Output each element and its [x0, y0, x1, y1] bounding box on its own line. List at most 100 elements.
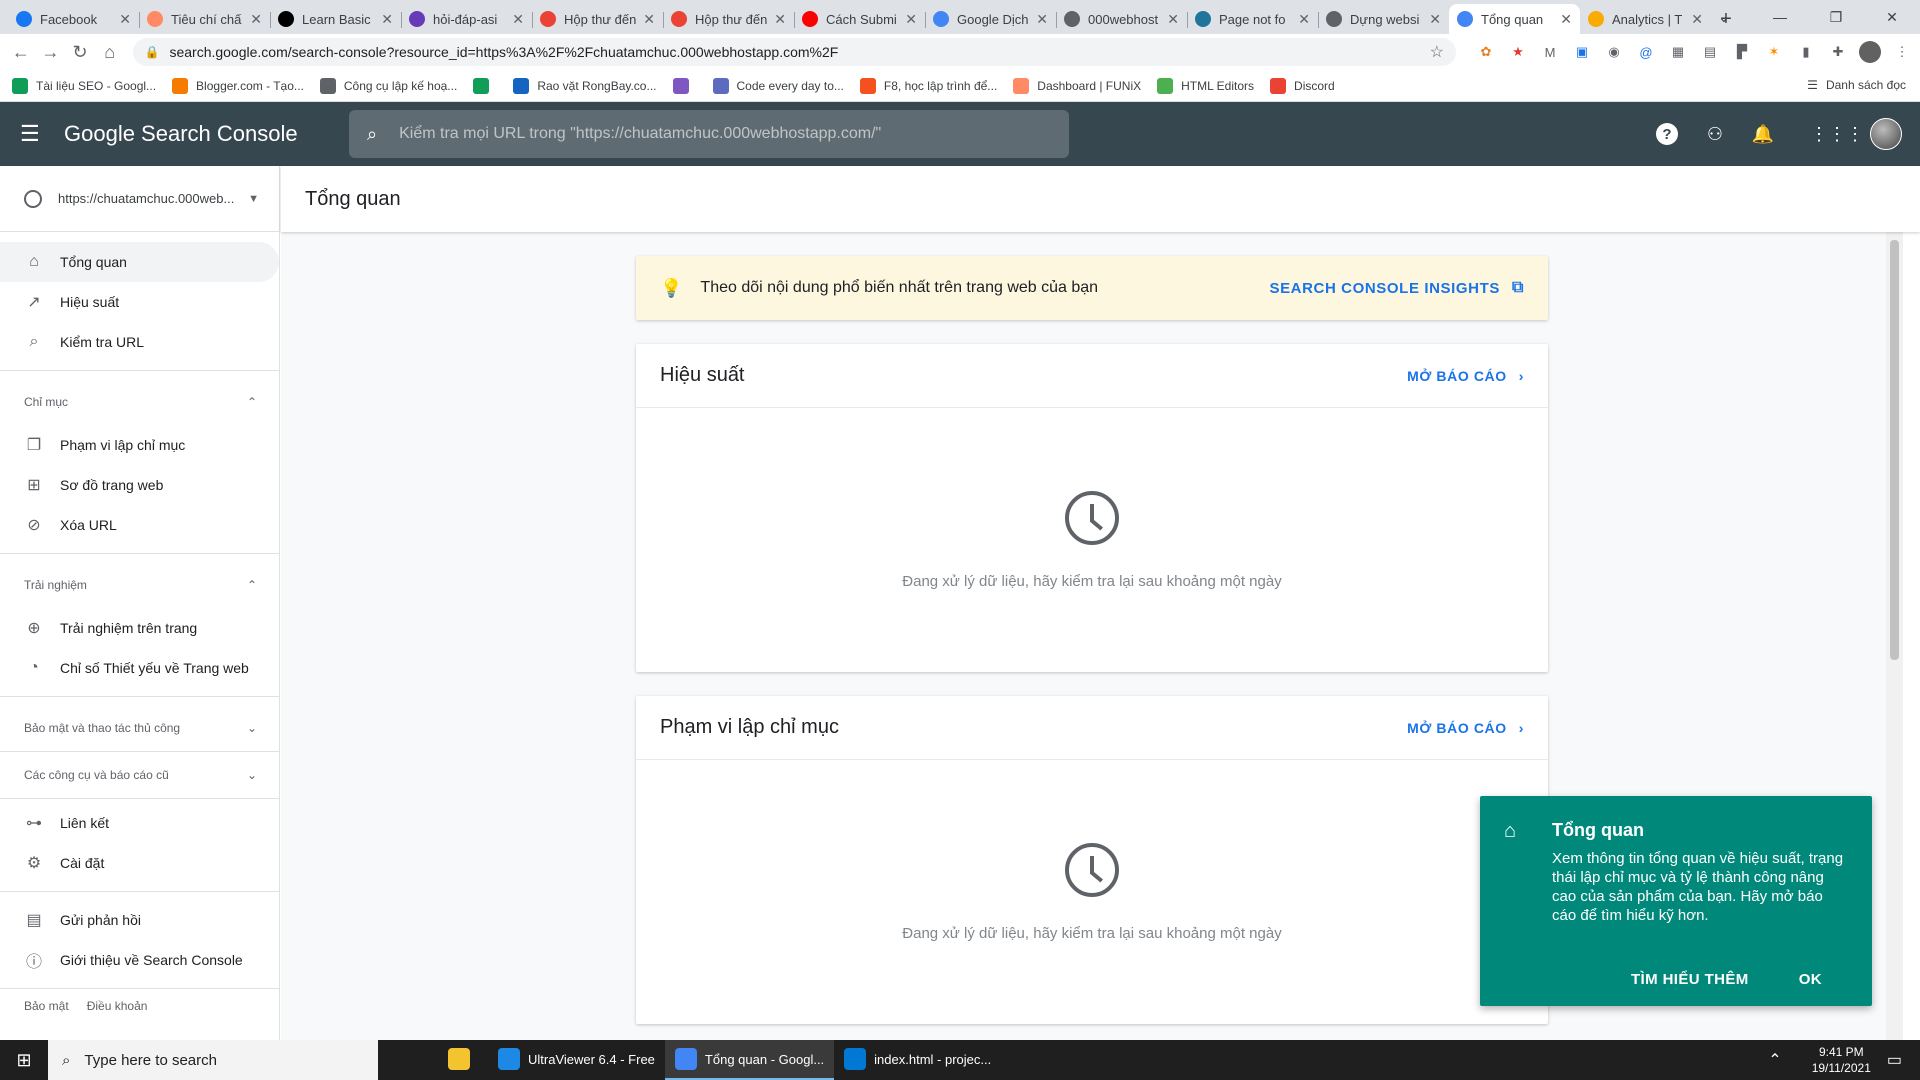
sidebar-item[interactable]: ⊘ Xóa URL — [0, 505, 279, 545]
bookmark-item[interactable] — [672, 77, 697, 94]
taskbar-app[interactable]: UltraViewer 6.4 - Free — [488, 1040, 665, 1080]
bookmark-item[interactable]: F8, học lập trình để... — [859, 77, 997, 94]
sidebar-item[interactable]: ⊶ Liên kết — [0, 803, 279, 843]
close-icon[interactable]: ✕ — [1429, 11, 1441, 28]
close-icon[interactable]: ✕ — [774, 11, 786, 28]
scrollbar[interactable] — [1886, 232, 1903, 1040]
section-security[interactable]: Bảo mật và thao tác thủ công ⌄ — [0, 705, 279, 751]
back-icon[interactable]: ← — [6, 37, 36, 67]
sidebar-item[interactable]: ⊞ Sơ đồ trang web — [0, 465, 279, 505]
close-icon[interactable]: ✕ — [905, 11, 917, 28]
extension-icon[interactable]: ◉ — [1602, 40, 1626, 64]
extension-icon[interactable]: ▮ — [1794, 40, 1818, 64]
sidebar-item[interactable]: ⌂ Tổng quan — [0, 242, 279, 282]
close-icon[interactable]: ✕ — [250, 11, 262, 28]
manage-users-icon[interactable]: ⚇ — [1700, 119, 1730, 149]
browser-tab[interactable]: Tiêu chí chấ ✕ — [139, 4, 270, 34]
close-icon[interactable]: ✕ — [1036, 11, 1048, 28]
maximize-icon[interactable]: ❐ — [1808, 0, 1864, 34]
extension-icon[interactable]: @ — [1634, 40, 1658, 64]
puzzle-icon[interactable]: ✚ — [1826, 40, 1850, 64]
open-report-button[interactable]: MỞ BÁO CÁO › — [1407, 720, 1524, 736]
taskbar-clock[interactable]: 9:41 PM 19/11/2021 — [1812, 1044, 1871, 1076]
bookmark-item[interactable] — [473, 77, 497, 94]
taskbar-search[interactable]: ⌕ Type here to search — [48, 1040, 378, 1080]
extension-icon[interactable]: ✿ — [1474, 40, 1498, 64]
minimize-icon[interactable]: — — [1752, 0, 1808, 34]
browser-tab[interactable]: Facebook ✕ — [8, 4, 139, 34]
extension-icon[interactable]: ▣ — [1570, 40, 1594, 64]
profile-avatar[interactable] — [1858, 40, 1882, 64]
extension-icon[interactable]: ✶ — [1762, 40, 1786, 64]
close-icon[interactable]: ✕ — [512, 11, 524, 28]
scrollbar-thumb[interactable] — [1890, 240, 1899, 660]
close-window-icon[interactable]: ✕ — [1864, 0, 1920, 34]
app-brand[interactable]: Google Search Console — [64, 121, 349, 147]
ok-button[interactable]: OK — [1799, 971, 1822, 988]
forward-icon[interactable]: → — [36, 37, 66, 67]
help-icon[interactable]: ? — [1652, 119, 1682, 149]
privacy-link[interactable]: Bảo mật — [24, 999, 69, 1013]
bookmark-item[interactable]: Code every day to... — [712, 77, 844, 94]
bookmark-item[interactable]: Rao vặt RongBay.co... — [513, 77, 657, 94]
section-index[interactable]: Chỉ mục ⌃ — [0, 379, 279, 425]
close-icon[interactable]: ✕ — [643, 11, 655, 28]
browser-tab[interactable]: Analytics | T ✕ — [1580, 4, 1711, 34]
home-icon[interactable]: ⌂ — [95, 37, 125, 67]
bookmark-item[interactable]: HTML Editors — [1157, 77, 1254, 94]
section-legacy[interactable]: Các công cụ và báo cáo cũ ⌄ — [0, 752, 279, 798]
sidebar-item[interactable]: ↗ Hiệu suất — [0, 282, 279, 322]
apps-grid-icon[interactable]: ⋮⋮⋮ — [1810, 119, 1864, 149]
browser-tab[interactable]: 000webhost ✕ — [1056, 4, 1187, 34]
sidebar-item[interactable]: ◔ Chỉ số Thiết yếu về Trang web — [0, 648, 279, 688]
sidebar-item[interactable]: ⌕ Kiểm tra URL — [0, 322, 279, 362]
address-bar[interactable]: 🔒 search.google.com/search-console?resou… — [132, 38, 1456, 66]
browser-tab[interactable]: Cách Submi ✕ — [794, 4, 925, 34]
url-inspection-search[interactable]: ⌕ Kiểm tra mọi URL trong "https://chuata… — [349, 110, 1069, 158]
sidebar-item[interactable]: ⓘ Giới thiệu về Search Console — [0, 940, 279, 980]
close-icon[interactable]: ✕ — [119, 11, 131, 28]
notifications-icon[interactable]: 🔔 — [1748, 119, 1778, 149]
browser-tab[interactable]: hỏi-đáp-asi ✕ — [401, 4, 532, 34]
taskbar-app[interactable]: Tổng quan - Googl... — [664, 1040, 835, 1080]
browser-tab[interactable]: Dựng websi ✕ — [1318, 4, 1449, 34]
browser-tab[interactable]: Google Dịch ✕ — [925, 4, 1056, 34]
close-icon[interactable]: ✕ — [381, 11, 393, 28]
account-avatar[interactable] — [1870, 118, 1902, 150]
extension-icon[interactable]: ▤ — [1698, 40, 1722, 64]
terms-link[interactable]: Điều khoản — [87, 999, 148, 1013]
notification-center-icon[interactable]: ▭ — [1887, 1050, 1902, 1070]
close-icon[interactable]: ✕ — [1560, 11, 1572, 28]
more-menu-icon[interactable]: ⋮ — [1890, 40, 1914, 64]
chevron-up-icon[interactable]: ⌃ — [1768, 1050, 1781, 1070]
bookmark-item[interactable]: Discord — [1270, 77, 1335, 94]
extension-icon[interactable]: ▛ — [1730, 40, 1754, 64]
open-report-button[interactable]: MỞ BÁO CÁO › — [1407, 368, 1524, 384]
reload-icon[interactable]: ↻ — [65, 37, 95, 67]
windows-start-icon[interactable]: ⊞ — [0, 1040, 48, 1080]
bookmark-item[interactable]: Blogger.com - Tạo... — [172, 77, 304, 94]
taskbar-app[interactable] — [438, 1040, 488, 1080]
extension-icon[interactable]: ▦ — [1666, 40, 1690, 64]
bookmark-item[interactable]: Dashboard | FUNiX — [1013, 77, 1141, 94]
bookmark-item[interactable]: Tài liệu SEO - Googl... — [12, 77, 156, 94]
insights-link[interactable]: SEARCH CONSOLE INSIGHTS ⧉ — [1269, 279, 1524, 297]
browser-tab[interactable]: Hộp thư đến ✕ — [663, 4, 794, 34]
taskbar-app[interactable]: index.html - projec... — [834, 1040, 1001, 1080]
extension-icon[interactable]: M — [1538, 40, 1562, 64]
browser-tab[interactable]: Tổng quan ✕ — [1449, 4, 1580, 34]
section-experience[interactable]: Trải nghiệm ⌃ — [0, 562, 279, 608]
property-selector[interactable]: https://chuatamchuc.000web... ▼ — [0, 166, 279, 232]
browser-tab[interactable]: Page not fo ✕ — [1187, 4, 1318, 34]
extension-icon[interactable]: ★ — [1506, 40, 1530, 64]
sidebar-item[interactable]: ⚙ Cài đặt — [0, 843, 279, 883]
menu-icon[interactable]: ☰ — [20, 121, 64, 147]
close-icon[interactable]: ✕ — [1167, 11, 1179, 28]
sidebar-item[interactable]: ▤ Gửi phản hồi — [0, 900, 279, 940]
learn-more-button[interactable]: TÌM HIỂU THÊM — [1631, 971, 1749, 988]
bookmark-item[interactable]: Công cụ lập kế hoạ... — [319, 77, 457, 94]
browser-tab[interactable]: Learn Basic ✕ — [270, 4, 401, 34]
bookmark-star-icon[interactable]: ☆ — [1430, 42, 1444, 62]
tab-search-icon[interactable]: ⌄ — [1696, 0, 1752, 34]
sidebar-item[interactable]: ⊕ Trải nghiệm trên trang — [0, 608, 279, 648]
